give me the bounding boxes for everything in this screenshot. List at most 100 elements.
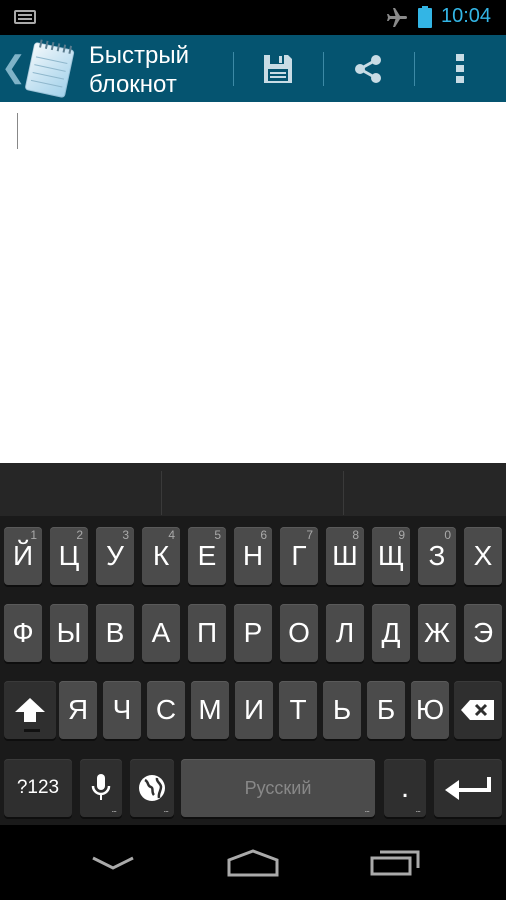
note-editor[interactable] [0,102,506,463]
voice-input-key[interactable]: ... [80,759,122,817]
key-row1[interactable]: Н6 [234,527,272,585]
key-row3[interactable]: Ю [411,681,449,739]
more-dots: ... [364,804,369,814]
key-row1[interactable]: З0 [418,527,456,585]
key-hint: 8 [352,528,359,542]
back-button[interactable] [58,825,168,900]
suggestion-divider [161,471,162,515]
key-row3[interactable]: И [235,681,273,739]
suggestion-strip[interactable] [0,463,506,516]
action-bar: ❮ Быстрый блокнот [0,35,506,102]
more-dots: ... [111,804,116,814]
key-hint: 3 [122,528,129,542]
key-row2[interactable]: А [142,604,180,662]
key-label: Ш [332,540,358,571]
text-cursor [17,113,18,149]
airplane-mode-icon [387,8,407,27]
key-row1[interactable]: Й1 [4,527,42,585]
key-label: К [152,540,170,571]
key-hint: 0 [444,528,451,542]
key-row3[interactable]: Ч [103,681,141,739]
save-icon [264,54,292,83]
key-row1[interactable]: Щ9 [372,527,410,585]
key-row1[interactable]: Х [464,527,502,585]
key-hint: 7 [306,528,313,542]
backspace-icon [461,700,494,720]
back-chevron-icon [92,856,134,870]
keyboard-status-icon [14,10,36,24]
key-hint: 1 [30,528,37,542]
status-bar: 10:04 [0,0,506,35]
shift-icon [15,698,45,722]
recents-icon [370,850,420,875]
key-row1[interactable]: Г7 [280,527,318,585]
shift-key[interactable] [4,681,56,739]
key-hint: 5 [214,528,221,542]
key-row3[interactable]: Б [367,681,405,739]
key-label: Ц [58,540,80,571]
key-label: Х [473,540,493,571]
key-row2[interactable]: Л [326,604,364,662]
key-row2[interactable]: Д [372,604,410,662]
key-row2[interactable]: Ж [418,604,456,662]
recents-button[interactable] [340,825,450,900]
key-row2[interactable]: Р [234,604,272,662]
share-icon [355,54,381,83]
key-row3[interactable]: С [147,681,185,739]
key-hint: 4 [168,528,175,542]
key-label: Щ [377,540,405,571]
navigation-bar [0,825,506,900]
overflow-menu-button[interactable] [416,35,504,102]
key-row2[interactable]: Э [464,604,502,662]
key-hint: 9 [398,528,405,542]
language-switch-key[interactable]: ... [130,759,174,817]
key-label: Й [12,540,34,571]
key-row2[interactable]: П [188,604,226,662]
key-row1[interactable]: Ш8 [326,527,364,585]
shift-indicator [24,729,40,732]
period-label: . [400,771,410,804]
soft-keyboard: Й1 Ц2 У3 К4 Е5 Н6 Г7 Ш8 Щ9 З0 Х Ф Ы В А … [0,463,506,825]
more-vert-icon [456,53,464,83]
globe-icon [139,775,165,801]
enter-key[interactable] [434,759,502,817]
key-row2[interactable]: В [96,604,134,662]
period-key[interactable]: . ... [384,759,426,817]
key-row3[interactable]: Я [59,681,97,739]
key-hint: 6 [260,528,267,542]
home-button[interactable] [198,825,308,900]
space-key[interactable]: Русский ... [181,759,375,817]
share-button[interactable] [324,35,412,102]
app-title: Быстрый блокнот [89,42,189,98]
home-icon [227,848,279,876]
key-label: Н [242,540,264,571]
key-label: У [106,540,124,571]
microphone-icon [91,774,111,800]
key-row1[interactable]: К4 [142,527,180,585]
key-row3[interactable]: Т [279,681,317,739]
save-button[interactable] [234,35,322,102]
key-row1[interactable]: Е5 [188,527,226,585]
key-label: З [428,540,446,571]
key-label: Е [197,540,217,571]
key-label: Г [291,540,307,571]
action-divider [414,52,415,86]
app-logo[interactable] [18,38,82,98]
more-dots: ... [163,804,168,814]
more-dots: ... [415,804,420,814]
backspace-key[interactable] [454,681,502,739]
key-row1[interactable]: У3 [96,527,134,585]
symbols-label: ?123 [16,777,60,798]
key-row1[interactable]: Ц2 [50,527,88,585]
key-hint: 2 [76,528,83,542]
key-row3[interactable]: М [191,681,229,739]
screen: 10:04 ❮ Быстрый блокнот Й 1 Ц 2 У 3 К 4 … [0,0,506,900]
battery-icon [418,6,432,28]
key-row2[interactable]: Ф [4,604,42,662]
suggestion-divider [343,471,344,515]
key-row3[interactable]: Ь [323,681,361,739]
key-row2[interactable]: Ы [50,604,88,662]
symbols-key[interactable]: ?123 [4,759,72,817]
key-row2[interactable]: О [280,604,318,662]
enter-icon [445,777,491,800]
